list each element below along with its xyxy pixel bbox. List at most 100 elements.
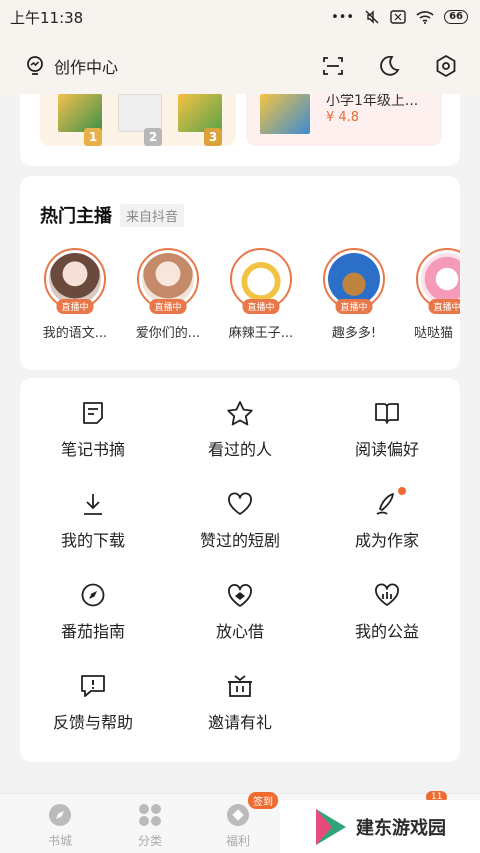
watermark-logo: 建东游戏园 xyxy=(280,800,480,853)
rank-book-cover-3 xyxy=(178,94,222,132)
nav-label: 书城 xyxy=(47,834,72,848)
download-icon xyxy=(84,494,102,515)
grid-item-label: 笔记书摘 xyxy=(60,440,125,459)
grid-item-label: 放心借 xyxy=(215,622,264,641)
grid-item-label: 赞过的短剧 xyxy=(199,531,280,550)
anchor-item[interactable]: 直播中 麻辣王子... xyxy=(222,248,300,341)
grid-item-viewers[interactable]: 看过的人 xyxy=(167,400,313,460)
avatar-image xyxy=(328,253,380,305)
ranking-box[interactable]: 1 2 3 xyxy=(40,94,236,146)
grid-item-label: 成为作家 xyxy=(354,531,419,550)
charity-icon xyxy=(375,583,399,606)
grid-item-reading-pref[interactable]: 阅读偏好 xyxy=(314,400,460,460)
status-icons: ••• 66 xyxy=(331,9,468,25)
grid-item-feedback[interactable]: 反馈与帮助 xyxy=(20,673,166,733)
anchor-name: 趣多多! xyxy=(331,326,377,341)
nav-bookstore[interactable]: 书城 xyxy=(30,802,90,849)
avatar: 直播中 xyxy=(44,248,106,314)
sign-in-badge[interactable]: 签到 xyxy=(248,792,278,809)
book-title: 小学1年级上... xyxy=(326,94,419,109)
live-badge: 直播中 xyxy=(335,299,373,314)
source-tag: 来自抖音 xyxy=(120,203,185,227)
hot-anchors-title: 热门主播 xyxy=(40,206,112,227)
grid-item-become-writer[interactable]: 成为作家 xyxy=(314,487,460,551)
grid-item-label: 阅读偏好 xyxy=(354,440,419,459)
grid-item-label: 看过的人 xyxy=(207,440,272,459)
anchor-name: 哒哒猫 xyxy=(414,326,454,341)
feedback-icon xyxy=(81,675,105,697)
grid-item-liked-dramas[interactable]: 赞过的短剧 xyxy=(167,491,313,551)
pen-icon xyxy=(376,493,394,515)
grid-icon xyxy=(139,804,161,826)
live-badge: 直播中 xyxy=(56,299,94,314)
wifi-icon xyxy=(416,11,434,24)
nav-label: 分类 xyxy=(137,834,162,848)
avatar: 直播中 xyxy=(323,248,385,314)
sim-icon xyxy=(390,10,406,24)
anchor-item[interactable]: 直播中 趣多多! xyxy=(315,248,393,341)
notification-dot xyxy=(398,487,406,495)
avatar-image xyxy=(49,253,101,305)
settings-icon[interactable] xyxy=(434,54,458,78)
mute-icon xyxy=(365,10,379,24)
avatar-image xyxy=(142,253,194,305)
book-icon xyxy=(375,403,399,424)
book-cover xyxy=(260,94,310,134)
creator-center-label: 创作中心 xyxy=(54,58,119,77)
live-badge: 直播中 xyxy=(242,299,280,314)
heart-shield-icon xyxy=(228,584,252,607)
grid-item-label: 我的公益 xyxy=(354,622,419,641)
rank-book-cover-2 xyxy=(118,94,162,132)
creator-center-link[interactable]: 创作中心 xyxy=(24,54,118,78)
gift-icon xyxy=(228,675,252,697)
status-time: 上午11:38 xyxy=(10,8,84,27)
grid-item-safe-borrow[interactable]: 放心借 xyxy=(167,582,313,642)
star-icon xyxy=(227,401,253,426)
live-badge: 直播中 xyxy=(428,299,460,314)
grid-item-label: 番茄指南 xyxy=(60,622,125,641)
book-recommend[interactable]: 小学1年级上... ¥ 4.8 xyxy=(246,94,442,146)
nav-category[interactable]: 分类 xyxy=(120,802,180,849)
rank-number-1: 1 xyxy=(84,128,102,146)
grid-item-label: 邀请有礼 xyxy=(207,713,272,732)
more-dots-icon: ••• xyxy=(331,9,355,25)
anchor-name: 我的语文... xyxy=(42,326,108,341)
lightbulb-icon xyxy=(27,56,43,75)
avatar: 直播中 xyxy=(230,248,292,314)
nav-welfare[interactable]: 福利 xyxy=(208,802,268,849)
status-bar: 上午11:38 ••• 66 xyxy=(0,0,480,34)
header-actions xyxy=(322,54,458,78)
avatar-image xyxy=(235,253,287,305)
heart-icon xyxy=(228,492,252,515)
grid-item-label: 反馈与帮助 xyxy=(52,713,133,732)
avatar: 直播中 xyxy=(416,248,460,314)
avatar-image xyxy=(421,253,460,305)
moon-icon[interactable] xyxy=(378,55,400,77)
top-header: 创作中心 xyxy=(0,34,480,98)
grid-item-charity[interactable]: 我的公益 xyxy=(314,582,460,642)
grid-item-label: 我的下载 xyxy=(60,531,125,550)
watermark-logo-icon xyxy=(316,808,346,845)
nav-label: 福利 xyxy=(225,834,250,848)
grid-item-guide[interactable]: 番茄指南 xyxy=(20,582,166,642)
compass-icon xyxy=(49,804,71,826)
grid-item-notes[interactable]: 笔记书摘 xyxy=(20,400,166,460)
recommend-card: 1 2 3 小学1年级上... ¥ 4.8 xyxy=(20,94,460,166)
grid-item-invite[interactable]: 邀请有礼 xyxy=(167,673,313,733)
anchor-item[interactable]: 直播中 哒哒猫 xyxy=(408,248,460,341)
rank-number-3: 3 xyxy=(204,128,222,146)
anchor-item[interactable]: 直播中 爱你们的... xyxy=(129,248,207,341)
rank-book-cover-1 xyxy=(58,94,102,132)
avatar: 直播中 xyxy=(137,248,199,314)
hot-anchors-card: 热门主播 来自抖音 直播中 我的语文... 直播中 爱你们的... 直播中 麻辣… xyxy=(20,176,460,370)
book-score: ¥ 4.8 xyxy=(326,110,360,125)
note-icon xyxy=(83,402,103,424)
hot-anchors-header: 热门主播 来自抖音 xyxy=(40,202,185,228)
anchor-name: 爱你们的... xyxy=(135,326,201,341)
battery-indicator: 66 xyxy=(444,10,468,24)
anchor-item[interactable]: 直播中 我的语文... xyxy=(36,248,114,341)
grid-item-downloads[interactable]: 我的下载 xyxy=(20,491,166,551)
compass-icon xyxy=(81,583,105,607)
anchor-name: 麻辣王子... xyxy=(228,326,294,341)
scan-icon[interactable] xyxy=(322,55,344,77)
